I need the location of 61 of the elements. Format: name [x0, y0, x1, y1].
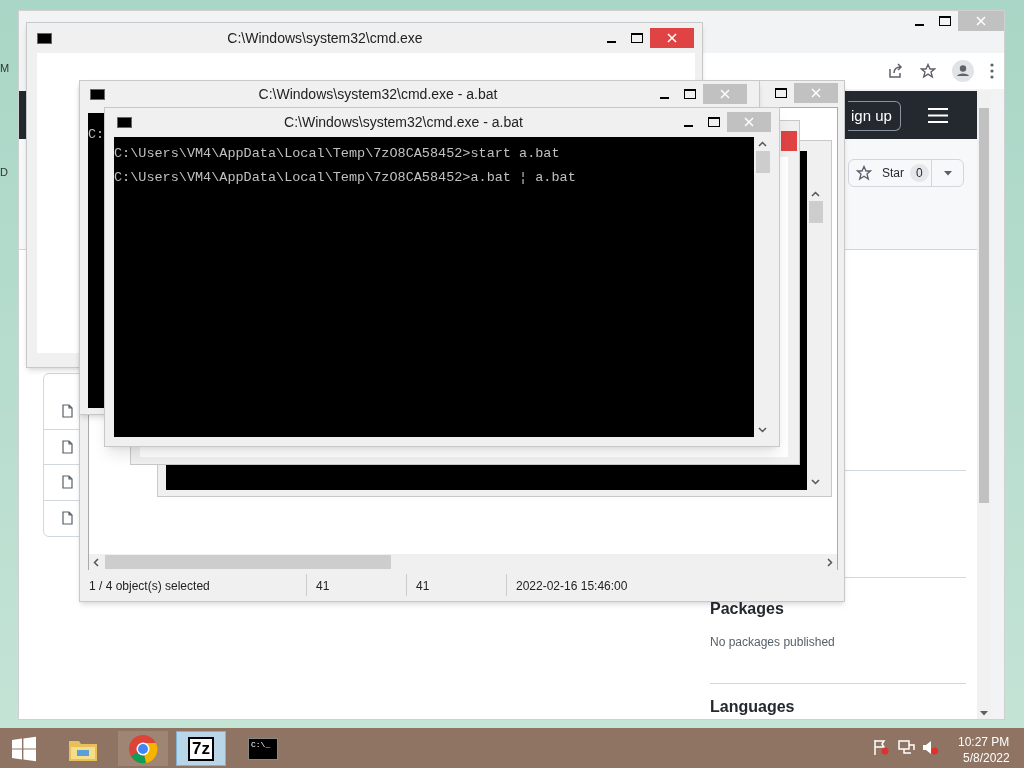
- network-icon[interactable]: [898, 739, 915, 756]
- file-icon: [62, 511, 73, 526]
- browser-logo-icon: [128, 733, 158, 764]
- desktop-icon-label[interactable]: D: [0, 164, 8, 181]
- horizontal-scrollbar[interactable]: [89, 554, 837, 570]
- file-icon: [62, 475, 73, 490]
- scroll-down-icon[interactable]: [980, 711, 988, 716]
- file-icon: [62, 404, 73, 419]
- close-icon: [811, 88, 821, 98]
- chrome-taskbar-button[interactable]: [118, 731, 168, 766]
- sign-up-button[interactable]: ign up: [848, 101, 901, 131]
- desktop-icon-label[interactable]: M: [0, 60, 10, 77]
- scroll-down-icon[interactable]: [811, 479, 820, 485]
- scroll-up-icon[interactable]: [811, 191, 820, 197]
- clock-time[interactable]: 10:27 PM: [958, 733, 1010, 751]
- menu-icon[interactable]: [927, 107, 949, 124]
- profile-icon[interactable]: [952, 60, 974, 82]
- window-title: C:\Windows\system32\cmd.exe - a.bat: [257, 84, 499, 104]
- section-heading: Languages: [710, 697, 795, 717]
- window-title: C:\Windows\system32\cmd.exe: [226, 28, 424, 48]
- console-taskbar-button[interactable]: C:\_: [238, 731, 288, 766]
- console-logo: C:\_: [248, 737, 278, 760]
- bookmark-star-icon[interactable]: [920, 63, 936, 79]
- window-title: C:\Windows\system32\cmd.exe - a.bat: [283, 112, 524, 132]
- scroll-up-icon[interactable]: [758, 141, 767, 147]
- file-icon: [62, 439, 73, 454]
- star-button[interactable]: Star 0: [848, 159, 964, 187]
- section-text: No packages published: [710, 634, 835, 651]
- clock-date[interactable]: 5/8/2022: [963, 749, 1010, 767]
- archiver-logo: 7z: [188, 736, 214, 761]
- console-icon: [90, 88, 105, 100]
- status-text: 1 / 4 object(s) selected: [89, 578, 210, 595]
- section-heading: Packages: [710, 599, 785, 619]
- close-icon: [667, 33, 677, 43]
- console-icon: [117, 116, 132, 128]
- page-scrollbar[interactable]: [977, 91, 991, 719]
- archiver-taskbar-button[interactable]: 7z: [176, 731, 226, 766]
- close-icon: [720, 89, 730, 99]
- speaker-muted-icon[interactable]: [922, 739, 939, 756]
- scroll-down-icon[interactable]: [758, 427, 767, 433]
- console-line: C:: [88, 126, 105, 144]
- close-icon: [976, 16, 986, 26]
- share-icon[interactable]: [888, 63, 904, 79]
- status-text: 41: [316, 578, 330, 595]
- caret-icon[interactable]: [943, 170, 952, 176]
- star-count: 0: [910, 164, 929, 182]
- flag-icon[interactable]: [873, 739, 889, 756]
- close-icon: [744, 117, 754, 127]
- scroll-thumb[interactable]: [755, 151, 770, 173]
- scroll-left-icon[interactable]: [93, 557, 99, 567]
- scroll-right-icon[interactable]: [827, 557, 833, 567]
- windows-logo-icon: [11, 735, 37, 762]
- menu-icon[interactable]: [990, 63, 994, 79]
- console-icon: [37, 32, 52, 44]
- status-text: 2022-02-16 15:46:00: [516, 578, 628, 595]
- status-text: 41: [416, 578, 430, 595]
- scroll-thumb[interactable]: [808, 201, 823, 223]
- star-icon: [856, 165, 872, 181]
- console-line: C:\Users\VM4\AppData\Local\Temp\7zO8CA58452>start a.bat: [114, 145, 560, 163]
- star-label: Star: [882, 165, 904, 182]
- console-line: C:\Users\VM4\AppData\Local\Temp\7zO8CA58452>a.bat ¦ a.bat: [114, 169, 576, 187]
